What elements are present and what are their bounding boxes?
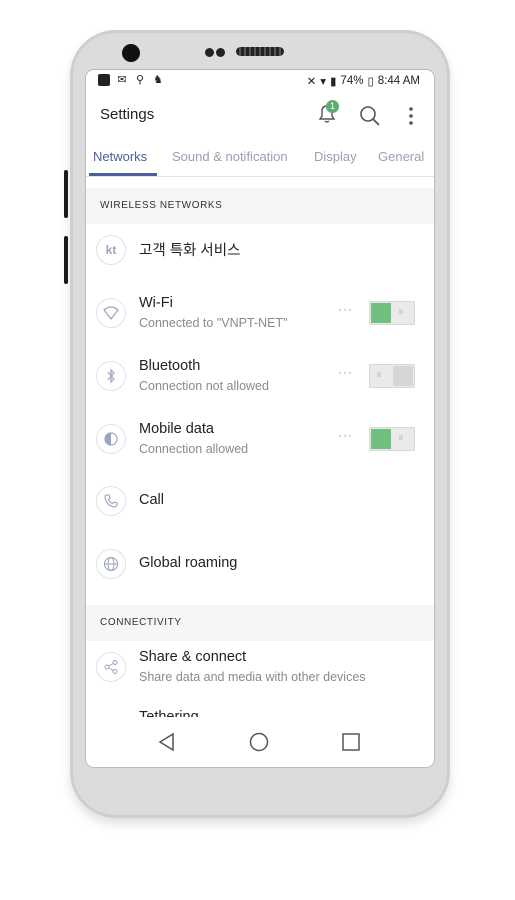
list-item-share-connect[interactable]: Share & connect Share data and media wit… [86, 636, 434, 698]
android-icon: ♞ [153, 74, 163, 86]
item-subtitle: Connection allowed [139, 442, 249, 456]
search-icon [360, 106, 380, 126]
page-title: Settings [100, 106, 155, 123]
tab-general[interactable]: General [378, 149, 424, 164]
item-title: Mobile data [139, 421, 214, 437]
tab-display[interactable]: Display [314, 149, 357, 164]
item-title: Wi-Fi [139, 295, 173, 311]
home-icon [249, 732, 269, 752]
item-title: Share & connect [139, 649, 247, 665]
item-title: 고객 특화 서비스 [139, 243, 241, 259]
mobile-data-icon [96, 424, 126, 454]
phone-icon [96, 486, 126, 516]
kt-logo-icon: kt [96, 235, 126, 265]
more-options-icon[interactable]: ··· [338, 428, 353, 442]
recents-icon [342, 733, 360, 751]
tab-indicator [89, 173, 157, 176]
bluetooth-icon [96, 361, 126, 391]
toggle-mark: II [377, 372, 381, 379]
sensor-dot [205, 48, 214, 57]
wifi-signal-icon: ▾ [320, 76, 327, 88]
phone-screen: ✉ ⚲ ♞ ✕ ▾ ▮ 74% ▯ 8:44 AM Settings 1 Net… [86, 70, 434, 767]
section-title: WIRELESS NETWORKS [100, 200, 223, 211]
wifi-icon [96, 298, 126, 328]
tab-networks[interactable]: Networks [93, 149, 147, 164]
home-button[interactable] [246, 729, 272, 755]
globe-icon [96, 549, 126, 579]
tab-bar: Networks Sound & notification Display Ge… [86, 140, 434, 177]
search-button[interactable] [358, 104, 382, 128]
more-options-icon[interactable]: ··· [338, 302, 353, 316]
back-icon [158, 732, 174, 752]
share-icon [96, 652, 126, 682]
earpiece-speaker [236, 47, 284, 56]
list-item-global-roaming[interactable]: Global roaming [86, 533, 434, 595]
toggle-mark: II [399, 309, 403, 316]
item-subtitle: Share data and media with other devices [139, 670, 366, 684]
item-title: Global roaming [139, 555, 238, 571]
tab-sound-notification[interactable]: Sound & notification [172, 149, 288, 164]
notifications-button[interactable]: 1 [314, 100, 340, 127]
mobile-data-toggle[interactable]: II [369, 427, 415, 451]
mute-icon: ✕ [306, 76, 317, 88]
bluetooth-toggle[interactable]: II [369, 364, 415, 388]
wifi-toggle[interactable]: II [369, 301, 415, 325]
back-button[interactable] [154, 729, 180, 755]
status-bar: ✉ ⚲ ♞ ✕ ▾ ▮ 74% ▯ 8:44 AM [86, 70, 434, 92]
recents-button[interactable] [338, 729, 364, 755]
item-subtitle: Connected to "VNPT-NET" [139, 316, 288, 330]
power-key [64, 236, 68, 284]
clock: 8:44 AM [377, 75, 420, 87]
notification-badge: 1 [326, 100, 339, 113]
item-subtitle: Connection not allowed [139, 379, 269, 393]
list-item-wifi[interactable]: Wi-Fi Connected to "VNPT-NET" ··· II [86, 282, 434, 344]
volume-key [64, 170, 68, 218]
list-item-kt-service[interactable]: kt 고객 특화 서비스 [86, 219, 434, 281]
toggle-knob [371, 303, 391, 323]
usb-icon: ⚲ [135, 74, 145, 86]
front-camera [122, 44, 140, 62]
item-title: Bluetooth [139, 358, 201, 374]
list-item-mobile-data[interactable]: Mobile data Connection allowed ··· II [86, 408, 434, 470]
list-item-bluetooth[interactable]: Bluetooth Connection not allowed ··· II [86, 345, 434, 407]
mail-icon: ✉ [117, 74, 127, 86]
more-options-icon[interactable]: ··· [338, 365, 353, 379]
item-title: Call [139, 492, 164, 508]
overflow-menu-button[interactable] [404, 104, 418, 128]
app-notification-icon [98, 74, 110, 86]
battery-icon: ▯ [367, 76, 374, 88]
battery-percent: 74% [340, 75, 364, 87]
section-title: CONNECTIVITY [100, 617, 182, 628]
toggle-mark: II [399, 435, 403, 442]
toggle-knob [371, 429, 391, 449]
navigation-bar [86, 717, 434, 767]
sensor-dot [216, 48, 225, 57]
toggle-knob [393, 366, 413, 386]
list-item-call[interactable]: Call [86, 470, 434, 532]
app-bar: Settings 1 [86, 92, 434, 140]
cell-signal-icon: ▮ [330, 76, 337, 88]
more-vert-icon [409, 107, 413, 125]
